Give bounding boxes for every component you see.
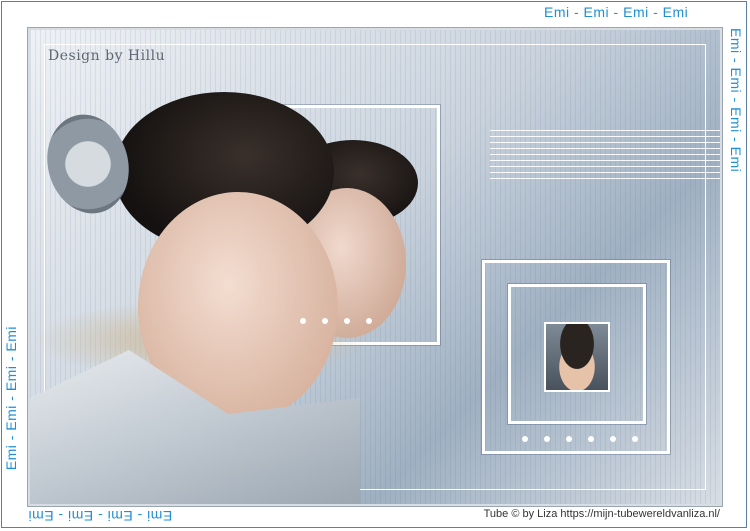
dot — [588, 436, 594, 442]
dot — [366, 318, 372, 324]
artwork: Design by Hillu — [27, 27, 723, 507]
dot — [566, 436, 572, 442]
watermark-left: Emi - Emi - Emi - Emi — [3, 326, 19, 471]
dot — [300, 318, 306, 324]
dot — [344, 318, 350, 324]
decorative-lines — [490, 130, 720, 180]
dot — [610, 436, 616, 442]
dot — [544, 436, 550, 442]
signature: Design by Hillu — [48, 48, 166, 64]
portrait-mini — [544, 322, 610, 392]
tube-credit: Tube © by Liza https://mijn-tubewereldva… — [483, 508, 720, 520]
dot — [522, 436, 528, 442]
watermark-top: Emi - Emi - Emi - Emi — [544, 4, 689, 20]
dot — [632, 436, 638, 442]
dot — [322, 318, 328, 324]
watermark-bottom: Emi - Emi - Emi - Emi — [28, 508, 173, 524]
watermark-right: Emi - Emi - Emi - Emi — [728, 28, 744, 173]
